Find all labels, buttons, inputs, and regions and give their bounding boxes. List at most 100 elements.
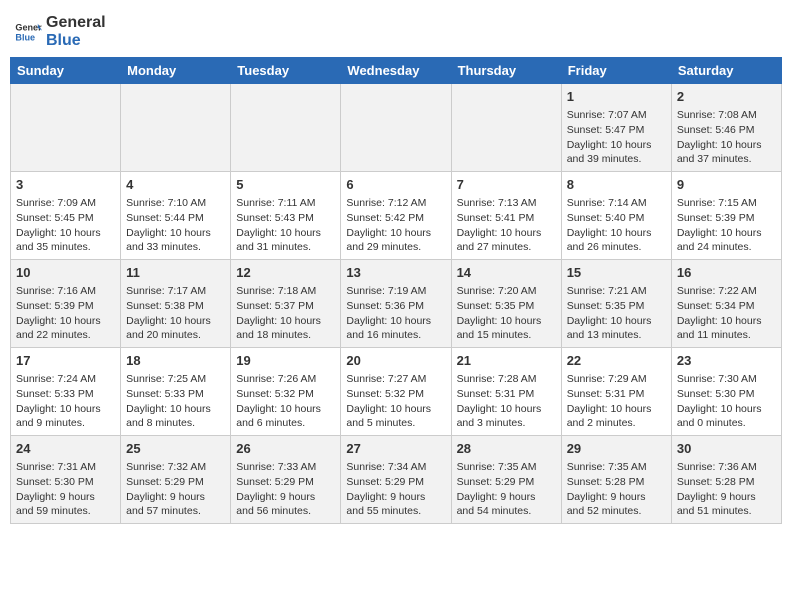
day-info: Sunrise: 7:34 AM Sunset: 5:29 PM Dayligh… xyxy=(346,460,445,519)
day-info: Sunrise: 7:12 AM Sunset: 5:42 PM Dayligh… xyxy=(346,196,445,255)
day-info: Sunrise: 7:19 AM Sunset: 5:36 PM Dayligh… xyxy=(346,284,445,343)
day-info: Sunrise: 7:10 AM Sunset: 5:44 PM Dayligh… xyxy=(126,196,225,255)
day-number: 10 xyxy=(16,264,115,282)
day-info: Sunrise: 7:17 AM Sunset: 5:38 PM Dayligh… xyxy=(126,284,225,343)
calendar-cell: 11 Sunrise: 7:17 AM Sunset: 5:38 PM Dayli… xyxy=(121,260,231,348)
calendar: SundayMondayTuesdayWednesdayThursdayFrid… xyxy=(10,57,782,524)
day-info: Sunrise: 7:32 AM Sunset: 5:29 PM Dayligh… xyxy=(126,460,225,519)
day-info: Sunrise: 7:31 AM Sunset: 5:30 PM Dayligh… xyxy=(16,460,115,519)
header: General Blue General Blue xyxy=(10,10,782,49)
calendar-cell xyxy=(11,84,121,172)
day-info: Sunrise: 7:15 AM Sunset: 5:39 PM Dayligh… xyxy=(677,196,776,255)
calendar-cell: 20 Sunrise: 7:27 AM Sunset: 5:32 PM Dayli… xyxy=(341,348,451,436)
calendar-cell: 7 Sunrise: 7:13 AM Sunset: 5:41 PM Daylig… xyxy=(451,172,561,260)
calendar-header-row: SundayMondayTuesdayWednesdayThursdayFrid… xyxy=(11,58,782,84)
day-info: Sunrise: 7:26 AM Sunset: 5:32 PM Dayligh… xyxy=(236,372,335,431)
calendar-cell: 21 Sunrise: 7:28 AM Sunset: 5:31 PM Dayli… xyxy=(451,348,561,436)
weekday-header-tuesday: Tuesday xyxy=(231,58,341,84)
calendar-cell xyxy=(341,84,451,172)
calendar-cell: 10Sunrise: 7:16 AM Sunset: 5:39 PM Dayli… xyxy=(11,260,121,348)
calendar-week-3: 10Sunrise: 7:16 AM Sunset: 5:39 PM Dayli… xyxy=(11,260,782,348)
day-number: 7 xyxy=(457,176,556,194)
day-info: Sunrise: 7:07 AM Sunset: 5:47 PM Dayligh… xyxy=(567,108,666,167)
day-number: 16 xyxy=(677,264,776,282)
calendar-cell: 6 Sunrise: 7:12 AM Sunset: 5:42 PM Daylig… xyxy=(341,172,451,260)
calendar-cell: 14 Sunrise: 7:20 AM Sunset: 5:35 PM Dayli… xyxy=(451,260,561,348)
calendar-cell: 30Sunrise: 7:36 AM Sunset: 5:28 PM Dayli… xyxy=(671,435,781,523)
day-info: Sunrise: 7:09 AM Sunset: 5:45 PM Dayligh… xyxy=(16,196,115,255)
day-info: Sunrise: 7:20 AM Sunset: 5:35 PM Dayligh… xyxy=(457,284,556,343)
day-number: 8 xyxy=(567,176,666,194)
calendar-cell xyxy=(231,84,341,172)
calendar-cell xyxy=(121,84,231,172)
calendar-week-1: 1 Sunrise: 7:07 AM Sunset: 5:47 PM Daylig… xyxy=(11,84,782,172)
calendar-cell: 19 Sunrise: 7:26 AM Sunset: 5:32 PM Dayli… xyxy=(231,348,341,436)
day-number: 5 xyxy=(236,176,335,194)
day-number: 11 xyxy=(126,264,225,282)
day-number: 21 xyxy=(457,352,556,370)
day-number: 19 xyxy=(236,352,335,370)
weekday-header-saturday: Saturday xyxy=(671,58,781,84)
calendar-week-5: 24 Sunrise: 7:31 AM Sunset: 5:30 PM Dayli… xyxy=(11,435,782,523)
logo-icon: General Blue xyxy=(14,18,42,46)
day-info: Sunrise: 7:24 AM Sunset: 5:33 PM Dayligh… xyxy=(16,372,115,431)
day-number: 3 xyxy=(16,176,115,194)
calendar-week-2: 3 Sunrise: 7:09 AM Sunset: 5:45 PM Daylig… xyxy=(11,172,782,260)
calendar-cell: 2Sunrise: 7:08 AM Sunset: 5:46 PM Daylig… xyxy=(671,84,781,172)
day-info: Sunrise: 7:18 AM Sunset: 5:37 PM Dayligh… xyxy=(236,284,335,343)
day-number: 6 xyxy=(346,176,445,194)
day-info: Sunrise: 7:28 AM Sunset: 5:31 PM Dayligh… xyxy=(457,372,556,431)
calendar-cell: 12 Sunrise: 7:18 AM Sunset: 5:37 PM Dayli… xyxy=(231,260,341,348)
day-number: 13 xyxy=(346,264,445,282)
day-info: Sunrise: 7:33 AM Sunset: 5:29 PM Dayligh… xyxy=(236,460,335,519)
logo-general: General xyxy=(46,14,106,32)
day-number: 26 xyxy=(236,440,335,458)
calendar-cell: 18Sunrise: 7:25 AM Sunset: 5:33 PM Dayli… xyxy=(121,348,231,436)
day-number: 1 xyxy=(567,88,666,106)
day-number: 20 xyxy=(346,352,445,370)
logo-blue: Blue xyxy=(46,32,106,50)
day-info: Sunrise: 7:30 AM Sunset: 5:30 PM Dayligh… xyxy=(677,372,776,431)
day-info: Sunrise: 7:35 AM Sunset: 5:28 PM Dayligh… xyxy=(567,460,666,519)
day-number: 2 xyxy=(677,88,776,106)
day-info: Sunrise: 7:29 AM Sunset: 5:31 PM Dayligh… xyxy=(567,372,666,431)
day-number: 17 xyxy=(16,352,115,370)
calendar-cell: 29 Sunrise: 7:35 AM Sunset: 5:28 PM Dayli… xyxy=(561,435,671,523)
day-number: 27 xyxy=(346,440,445,458)
day-number: 12 xyxy=(236,264,335,282)
day-number: 23 xyxy=(677,352,776,370)
calendar-cell: 5 Sunrise: 7:11 AM Sunset: 5:43 PM Daylig… xyxy=(231,172,341,260)
weekday-header-monday: Monday xyxy=(121,58,231,84)
calendar-cell: 22 Sunrise: 7:29 AM Sunset: 5:31 PM Dayli… xyxy=(561,348,671,436)
weekday-header-friday: Friday xyxy=(561,58,671,84)
calendar-cell: 16Sunrise: 7:22 AM Sunset: 5:34 PM Dayli… xyxy=(671,260,781,348)
weekday-header-sunday: Sunday xyxy=(11,58,121,84)
calendar-cell: 3 Sunrise: 7:09 AM Sunset: 5:45 PM Daylig… xyxy=(11,172,121,260)
calendar-week-4: 17 Sunrise: 7:24 AM Sunset: 5:33 PM Dayli… xyxy=(11,348,782,436)
day-info: Sunrise: 7:35 AM Sunset: 5:29 PM Dayligh… xyxy=(457,460,556,519)
day-info: Sunrise: 7:27 AM Sunset: 5:32 PM Dayligh… xyxy=(346,372,445,431)
calendar-cell: 23 Sunrise: 7:30 AM Sunset: 5:30 PM Dayli… xyxy=(671,348,781,436)
calendar-cell: 25Sunrise: 7:32 AM Sunset: 5:29 PM Dayli… xyxy=(121,435,231,523)
day-info: Sunrise: 7:25 AM Sunset: 5:33 PM Dayligh… xyxy=(126,372,225,431)
day-number: 14 xyxy=(457,264,556,282)
calendar-cell: 15 Sunrise: 7:21 AM Sunset: 5:35 PM Dayli… xyxy=(561,260,671,348)
calendar-cell: 4 Sunrise: 7:10 AM Sunset: 5:44 PM Daylig… xyxy=(121,172,231,260)
calendar-cell: 17 Sunrise: 7:24 AM Sunset: 5:33 PM Dayli… xyxy=(11,348,121,436)
weekday-header-thursday: Thursday xyxy=(451,58,561,84)
day-info: Sunrise: 7:11 AM Sunset: 5:43 PM Dayligh… xyxy=(236,196,335,255)
day-number: 28 xyxy=(457,440,556,458)
logo: General Blue General Blue xyxy=(14,14,106,49)
day-info: Sunrise: 7:36 AM Sunset: 5:28 PM Dayligh… xyxy=(677,460,776,519)
day-number: 4 xyxy=(126,176,225,194)
day-number: 29 xyxy=(567,440,666,458)
day-number: 22 xyxy=(567,352,666,370)
day-info: Sunrise: 7:21 AM Sunset: 5:35 PM Dayligh… xyxy=(567,284,666,343)
day-number: 24 xyxy=(16,440,115,458)
calendar-cell: 24 Sunrise: 7:31 AM Sunset: 5:30 PM Dayli… xyxy=(11,435,121,523)
day-info: Sunrise: 7:14 AM Sunset: 5:40 PM Dayligh… xyxy=(567,196,666,255)
day-number: 15 xyxy=(567,264,666,282)
calendar-cell: 26 Sunrise: 7:33 AM Sunset: 5:29 PM Dayli… xyxy=(231,435,341,523)
calendar-cell: 13 Sunrise: 7:19 AM Sunset: 5:36 PM Dayli… xyxy=(341,260,451,348)
day-info: Sunrise: 7:13 AM Sunset: 5:41 PM Dayligh… xyxy=(457,196,556,255)
